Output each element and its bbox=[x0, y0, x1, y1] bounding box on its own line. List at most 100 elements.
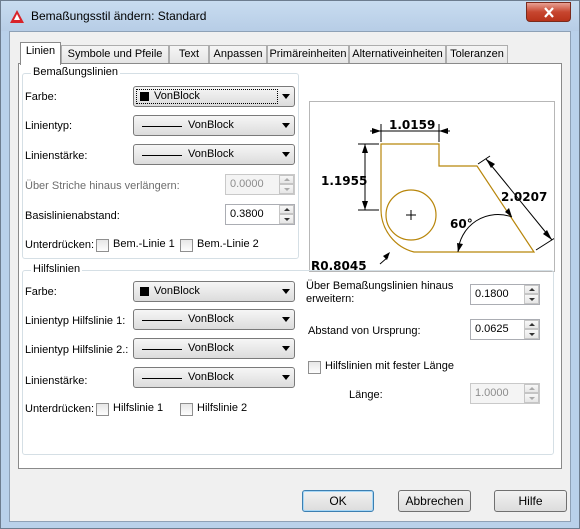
dim-color-label: Farbe: bbox=[25, 91, 57, 103]
dim-baseline-value: 0.3800 bbox=[230, 208, 264, 220]
ext-linetype2-select[interactable]: VonBlock bbox=[133, 338, 295, 359]
line-sample bbox=[142, 126, 182, 127]
spin-down-button[interactable] bbox=[524, 393, 539, 403]
angle-text: 60° bbox=[450, 217, 473, 231]
ext-color-value: VonBlock bbox=[154, 285, 200, 297]
dim-color-select[interactable]: VonBlock bbox=[133, 86, 295, 107]
tab-label: Anpassen bbox=[213, 48, 263, 60]
checkbox-box bbox=[96, 239, 109, 252]
ext-offset-spinner[interactable]: 0.0625 bbox=[470, 319, 540, 340]
spin-up-button[interactable] bbox=[279, 175, 294, 184]
fixed-length-checkbox[interactable]: Hilfslinien mit fester Länge bbox=[308, 360, 458, 375]
dim-right-text: 2.0207 bbox=[501, 190, 547, 204]
chevron-down-icon bbox=[282, 346, 290, 351]
ext-lineweight-label: Linienstärke: bbox=[25, 375, 88, 387]
title-bar[interactable]: Bemaßungsstil ändern: Standard bbox=[1, 1, 579, 31]
line-sample bbox=[142, 378, 182, 379]
close-button[interactable] bbox=[526, 2, 571, 22]
tab-label: Symbole und Pfeile bbox=[67, 48, 163, 60]
spin-down-button[interactable] bbox=[524, 294, 539, 304]
spin-down-button[interactable] bbox=[524, 329, 539, 339]
ext-length-label: Länge: bbox=[349, 389, 383, 401]
chevron-down-icon bbox=[282, 375, 290, 380]
ext-length-value: 1.0000 bbox=[475, 387, 509, 399]
dim-linetype-value: VonBlock bbox=[188, 119, 234, 131]
checkbox-box bbox=[308, 361, 321, 374]
dim-linetype-select[interactable]: VonBlock bbox=[133, 115, 295, 136]
ext-suppress-label: Unterdrücken: bbox=[25, 403, 95, 415]
ext-extend-beyond-spinner[interactable]: 0.1800 bbox=[470, 284, 540, 305]
chevron-down-icon bbox=[282, 123, 290, 128]
tab-toleranzen[interactable]: Toleranzen bbox=[446, 45, 508, 64]
ext-lineweight-select[interactable]: VonBlock bbox=[133, 367, 295, 388]
suppress-ext-line1-checkbox[interactable]: Hilfslinie 1 bbox=[96, 402, 174, 417]
line-sample bbox=[142, 320, 182, 321]
checkbox-label: Hilfslinien mit fester Länge bbox=[325, 360, 455, 372]
cancel-button-label: Abbrechen bbox=[405, 494, 464, 508]
spin-up-button[interactable] bbox=[279, 205, 294, 214]
ext-linetype1-value: VonBlock bbox=[188, 313, 234, 325]
ext-color-select[interactable]: VonBlock bbox=[133, 281, 295, 302]
checkbox-label: Hilfslinie 2 bbox=[197, 402, 248, 414]
tab-label: Linien bbox=[25, 45, 56, 57]
checkbox-label: Bem.-Linie 1 bbox=[113, 238, 175, 250]
spin-up-button[interactable] bbox=[524, 384, 539, 393]
suppress-dim-line1-checkbox[interactable]: Bem.-Linie 1 bbox=[96, 238, 176, 253]
tab-text[interactable]: Text bbox=[169, 45, 209, 64]
autocad-app-icon bbox=[10, 10, 24, 23]
tab-page-linien: Bemaßungslinien Farbe: VonBlock Linienty… bbox=[18, 63, 562, 469]
color-swatch bbox=[140, 287, 149, 296]
group-title: Hilfslinien bbox=[31, 263, 83, 275]
chevron-down-icon bbox=[282, 94, 290, 99]
dim-color-value: VonBlock bbox=[154, 90, 200, 102]
ext-extend-beyond-value: 0.1800 bbox=[475, 288, 509, 300]
line-sample bbox=[142, 349, 182, 350]
tab-label: Toleranzen bbox=[450, 48, 504, 60]
dim-baseline-spinner[interactable]: 0.3800 bbox=[225, 204, 295, 225]
ext-linetype2-value: VonBlock bbox=[188, 342, 234, 354]
ext-offset-label: Abstand von Ursprung: bbox=[308, 325, 421, 337]
ext-color-label: Farbe: bbox=[25, 286, 57, 298]
dim-left-text: 1.1955 bbox=[321, 174, 367, 188]
cancel-button[interactable]: Abbrechen bbox=[398, 490, 471, 512]
close-icon bbox=[543, 6, 554, 18]
dim-lineweight-label: Linienstärke: bbox=[25, 150, 88, 162]
help-button[interactable]: Hilfe bbox=[494, 490, 567, 512]
tab-linien[interactable]: Linien bbox=[20, 42, 61, 65]
tab-symbole-pfeile[interactable]: Symbole und Pfeile bbox=[61, 45, 169, 64]
ext-linetype1-select[interactable]: VonBlock bbox=[133, 309, 295, 330]
spin-up-button[interactable] bbox=[524, 285, 539, 294]
checkbox-box bbox=[180, 403, 193, 416]
spin-up-button[interactable] bbox=[524, 320, 539, 329]
dim-lineweight-select[interactable]: VonBlock bbox=[133, 144, 295, 165]
ext-extend-beyond-label: Über Bemaßungslinien hinaus erweitern: bbox=[306, 280, 454, 305]
color-swatch bbox=[140, 92, 149, 101]
chevron-down-icon bbox=[282, 152, 290, 157]
preview-pane: 1.0159 1.1955 2.0207 60° R0.8045 bbox=[309, 101, 559, 273]
dimension-preview-drawing: 1.0159 1.1955 2.0207 60° R0.8045 bbox=[311, 118, 559, 273]
tab-label: Alternativeinheiten bbox=[352, 48, 443, 60]
dim-top-text: 1.0159 bbox=[389, 118, 435, 132]
checkbox-box bbox=[180, 239, 193, 252]
dim-lineweight-value: VonBlock bbox=[188, 148, 234, 160]
window-title: Bemaßungsstil ändern: Standard bbox=[31, 9, 207, 23]
chevron-down-icon bbox=[282, 317, 290, 322]
ok-button[interactable]: OK bbox=[302, 490, 374, 512]
ext-length-spinner[interactable]: 1.0000 bbox=[470, 383, 540, 404]
tab-label: Primäreinheiten bbox=[269, 48, 347, 60]
suppress-dim-line2-checkbox[interactable]: Bem.-Linie 2 bbox=[180, 238, 260, 253]
dim-suppress-label: Unterdrücken: bbox=[25, 239, 95, 251]
tab-primaereinheiten[interactable]: Primäreinheiten bbox=[267, 45, 349, 64]
spin-down-button[interactable] bbox=[279, 214, 294, 224]
tab-alternativeinheiten[interactable]: Alternativeinheiten bbox=[349, 45, 446, 64]
dim-linetype-label: Linientyp: bbox=[25, 120, 73, 132]
tab-anpassen[interactable]: Anpassen bbox=[209, 45, 267, 64]
spin-down-button[interactable] bbox=[279, 184, 294, 194]
dim-extend-spinner[interactable]: 0.0000 bbox=[225, 174, 295, 195]
dialog-client-area: Linien Symbole und Pfeile Text Anpassen … bbox=[9, 31, 571, 522]
dim-baseline-label: Basislinienabstand: bbox=[25, 210, 120, 222]
group-title: Bemaßungslinien bbox=[31, 66, 120, 78]
suppress-ext-line2-checkbox[interactable]: Hilfslinie 2 bbox=[180, 402, 258, 417]
checkbox-box bbox=[96, 403, 109, 416]
dim-extend-label: Über Striche hinaus verlängern: bbox=[25, 180, 180, 192]
